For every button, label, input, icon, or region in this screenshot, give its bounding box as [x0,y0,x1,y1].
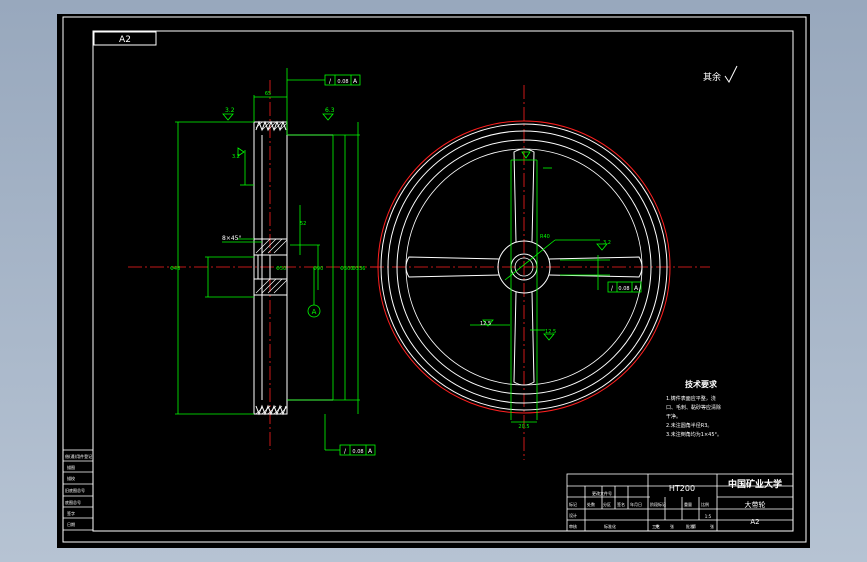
sheet-count-2: 第 [692,523,696,529]
cad-drawing-canvas: A2 其余 65 Φ50 Φ90 Φ300 Φ336 52 Φ48 3.2 6.… [57,14,810,548]
roughness-right: 6.3 [325,107,335,114]
dim-left-dia: Φ48 [170,266,180,272]
front-rough-3: 12.5 [545,329,556,335]
tol-right-value: 0.08 [618,286,629,292]
roughness-left: 3.2 [225,107,235,114]
dim-hub: Φ90 [313,266,323,272]
tech-line-3: 干净。 [666,413,681,420]
left-label-4: 底图总号 [65,499,81,505]
tech-line-2: 口、毛刺、黏砂等应清除 [666,404,721,411]
tech-line-4: 2.未注圆角半径R3。 [666,422,712,429]
bottom-label-1: 标准化 [604,523,616,529]
left-label-1: 描图 [67,464,75,470]
school-label: 中国矿业大学 [728,478,782,490]
left-label-0: 借(通)用件登记 [65,453,92,459]
sheet-size-text: A2 [119,35,131,45]
sheet-size-label: A2 [750,518,759,526]
bottom-label-2: 审核 [569,523,577,529]
tech-title: 技术要求 [685,379,718,389]
dim-rim-outer: Φ336 [352,266,365,272]
row-label-4: 签名 [617,501,625,507]
front-rough-2: 12.5 [480,321,491,327]
left-label-6: 日期 [67,521,75,527]
roughness-note-text: 其余 [703,71,721,83]
sheet-count-0: 共 [655,523,659,529]
front-hub-label: R40 [540,234,550,240]
dim-offset: 52 [300,221,306,227]
row-label-1: 处数 [587,501,595,507]
datum-label: A [312,308,317,316]
tol-bottom-value: 0.08 [352,449,363,455]
part-name-label: 大带轮 [745,500,766,509]
row-label-3: 更改文件号 [592,490,612,496]
front-bottom-label: 20.5 [518,424,529,430]
stage-label-0: 阶段标记 [650,501,666,507]
row-label-0: 标记 [569,501,577,507]
dim-width: 65 [265,91,271,97]
bottom-label-0: 设计 [569,512,577,518]
stage-label-2: 比例 [701,501,709,507]
stage-label-1: 重量 [684,501,692,507]
row-label-2: 分区 [603,501,611,507]
tol-top-value: 0.08 [337,79,348,85]
sheet-count-1: 张 [670,523,674,529]
tech-line-5: 3.未注倒角均为1×45°。 [666,431,722,438]
material-label: HT200 [669,484,695,493]
tech-line-1: 1.铸件表面应平整，浇 [666,395,716,402]
chamfer-label: 8×45° [222,235,241,242]
row-label-5: 年月日 [630,501,642,507]
sheet-count-3: 张 [710,523,714,529]
roughness-side: 3.2 [232,154,240,160]
left-label-5: 签字 [67,510,75,516]
drawing-sheet [57,14,810,548]
left-label-2: 描校 [67,475,75,481]
dim-bore: Φ50 [276,266,286,272]
left-label-3: 旧底图总号 [65,487,85,493]
front-rough-1: 3.2 [603,240,611,246]
scale-label: 1:5 [705,514,712,519]
